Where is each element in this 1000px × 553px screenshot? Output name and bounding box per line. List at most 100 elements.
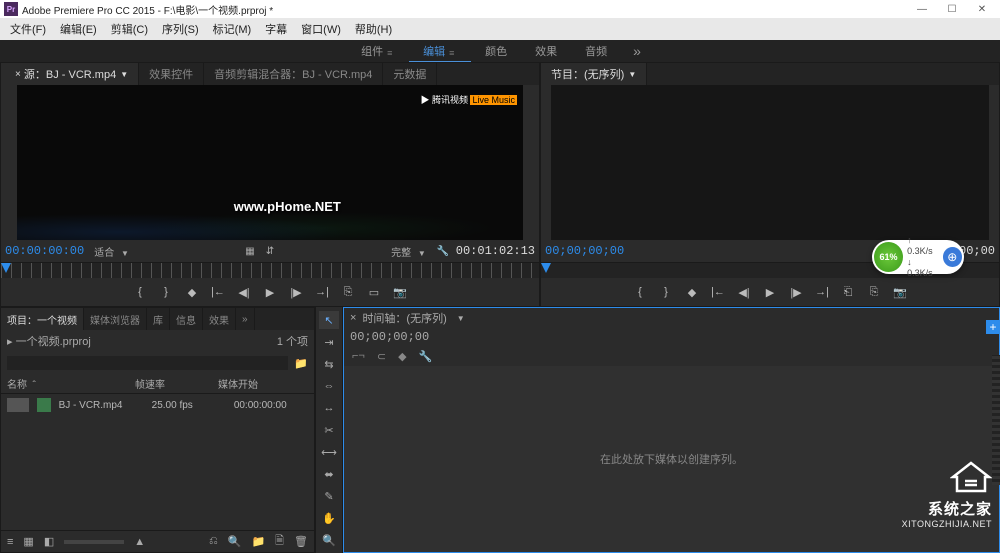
maximize-button[interactable]: ☐ xyxy=(938,1,966,17)
tab-metadata[interactable]: 元数据 xyxy=(383,63,437,85)
freeform-view-button[interactable]: ◧ xyxy=(44,535,54,548)
menu-clip[interactable]: 剪辑(C) xyxy=(105,21,154,37)
razor-tool[interactable]: ✂ xyxy=(319,421,339,439)
play-button[interactable]: ▶ xyxy=(263,286,277,299)
workspace-tab-audio[interactable]: 音频 xyxy=(571,40,621,62)
settings-stepper-icon[interactable]: ⇵ xyxy=(263,246,277,257)
sort-icon[interactable]: ▲ xyxy=(134,536,145,548)
play-button[interactable]: ▶ xyxy=(763,286,777,299)
program-in-timecode[interactable]: 00;00;00;00 xyxy=(545,244,624,258)
col-fps-header[interactable]: 帧速率 xyxy=(135,376,210,391)
tab-project[interactable]: 项目：一个视频 xyxy=(1,308,84,330)
tab-effect-controls[interactable]: 效果控件 xyxy=(139,63,204,85)
tab-media-browser[interactable]: 媒体浏览器 xyxy=(84,308,147,330)
source-out-timecode[interactable]: 00:01:02:13 xyxy=(456,244,535,258)
export-frame-button[interactable]: 📷 xyxy=(393,286,407,299)
delete-button[interactable]: 🗑 xyxy=(294,535,308,548)
workspace-tab-assembly[interactable]: 组件 xyxy=(347,40,409,62)
tab-program[interactable]: 节目：(无序列)▼ xyxy=(541,63,647,85)
export-frame-button[interactable]: 📷 xyxy=(893,286,907,299)
insert-button[interactable]: ⎘ xyxy=(341,286,355,299)
workspace-overflow[interactable]: » xyxy=(621,43,653,59)
folder-icon[interactable]: 📁 xyxy=(294,357,308,370)
new-item-button[interactable]: 🗎 xyxy=(275,532,284,551)
chevron-down-icon[interactable]: ▼ xyxy=(120,70,128,79)
col-name-header[interactable]: 名称 ˆ xyxy=(7,376,127,391)
slide-tool[interactable]: ⬌ xyxy=(319,465,339,483)
find-button[interactable]: 🔍 xyxy=(228,535,242,548)
add-panel-button[interactable]: + xyxy=(986,320,1000,334)
source-in-timecode[interactable]: 00:00:00:00 xyxy=(5,244,84,258)
close-icon[interactable]: × xyxy=(350,312,356,324)
icon-view-button[interactable]: ▦ xyxy=(23,535,33,548)
resolution-icon[interactable]: ▦ xyxy=(243,246,257,257)
menu-sequence[interactable]: 序列(S) xyxy=(156,21,205,37)
source-fit-dropdown[interactable]: 适合 ▼ xyxy=(90,244,133,259)
lift-button[interactable]: ⎗ xyxy=(841,286,855,299)
ripple-edit-tool[interactable]: ⇆ xyxy=(319,355,339,373)
menu-window[interactable]: 窗口(W) xyxy=(295,21,347,37)
mark-out-button[interactable]: } xyxy=(159,286,173,298)
overwrite-button[interactable]: ▭ xyxy=(367,286,381,299)
menu-help[interactable]: 帮助(H) xyxy=(349,21,398,37)
timeline-settings-button[interactable]: 🔧 xyxy=(419,350,433,363)
source-resolution-dropdown[interactable]: 完整 ▼ xyxy=(387,244,430,259)
list-view-button[interactable]: ≡ xyxy=(7,536,13,548)
pen-tool[interactable]: ✎ xyxy=(319,487,339,505)
mark-in-button[interactable]: { xyxy=(633,286,647,298)
selection-tool[interactable]: ↖ xyxy=(319,311,339,329)
wrench-icon[interactable]: 🔧 xyxy=(436,246,450,257)
chevron-down-icon[interactable]: ▼ xyxy=(628,70,636,79)
workspace-tab-effects[interactable]: 效果 xyxy=(521,40,571,62)
new-bin-button[interactable]: 📁 xyxy=(251,535,265,548)
mark-in-button[interactable]: { xyxy=(133,286,147,298)
step-forward-button[interactable]: |▶ xyxy=(289,286,303,299)
automate-button[interactable]: ⎌ xyxy=(209,535,218,548)
workspace-tab-editing[interactable]: 编辑 xyxy=(409,40,471,62)
extract-button[interactable]: ⎘ xyxy=(867,286,881,299)
step-forward-button[interactable]: |▶ xyxy=(789,286,803,299)
close-button[interactable]: ✕ xyxy=(968,1,996,17)
step-back-button[interactable]: ◀| xyxy=(237,286,251,299)
go-to-out-button[interactable]: →| xyxy=(815,286,829,298)
add-marker-button[interactable]: ◆ xyxy=(185,286,199,299)
network-speed-widget[interactable]: 61% ↑ 0.3K/s ↓ 0.3K/s ⊕ xyxy=(872,240,964,274)
go-to-in-button[interactable]: |← xyxy=(711,286,725,298)
program-preview[interactable] xyxy=(551,85,989,240)
menu-title[interactable]: 字幕 xyxy=(259,21,293,37)
zoom-slider[interactable] xyxy=(64,540,124,544)
minimize-button[interactable]: — xyxy=(908,1,936,17)
tab-overflow[interactable]: » xyxy=(236,308,255,330)
source-preview[interactable]: ▶ 腾讯视频 Live Music www.pHome.NET xyxy=(17,85,523,240)
tab-info[interactable]: 信息 xyxy=(170,308,203,330)
mark-out-button[interactable]: } xyxy=(659,286,673,298)
filter-field[interactable] xyxy=(7,356,288,370)
tab-source[interactable]: × 源：BJ - VCR.mp4▼ xyxy=(1,63,139,85)
go-to-out-button[interactable]: →| xyxy=(315,286,329,298)
go-to-in-button[interactable]: |← xyxy=(211,286,225,298)
workspace-tab-color[interactable]: 颜色 xyxy=(471,40,521,62)
source-time-ruler[interactable] xyxy=(1,262,539,278)
rate-stretch-tool[interactable]: ↔ xyxy=(319,399,339,417)
menu-edit[interactable]: 编辑(E) xyxy=(54,21,103,37)
add-marker-button[interactable]: ◆ xyxy=(398,350,406,363)
tab-effects[interactable]: 效果 xyxy=(203,308,236,330)
hand-tool[interactable]: ✋ xyxy=(319,509,339,527)
slip-tool[interactable]: ⟷ xyxy=(319,443,339,461)
table-row[interactable]: BJ - VCR.mp4 25.00 fps 00:00:00:00 xyxy=(1,394,314,416)
step-back-button[interactable]: ◀| xyxy=(737,286,751,299)
menu-file[interactable]: 文件(F) xyxy=(4,21,52,37)
tab-libraries[interactable]: 库 xyxy=(147,308,170,330)
close-icon[interactable]: × xyxy=(15,69,21,80)
linked-selection-button[interactable]: ⊂ xyxy=(377,350,386,363)
add-marker-button[interactable]: ◆ xyxy=(685,286,699,299)
zoom-tool[interactable]: 🔍 xyxy=(319,531,339,549)
widget-expand-icon[interactable]: ⊕ xyxy=(943,247,962,267)
col-start-header[interactable]: 媒体开始 xyxy=(218,376,293,391)
timeline-timecode[interactable]: 00;00;00;00 xyxy=(344,328,999,346)
menu-marker[interactable]: 标记(M) xyxy=(207,21,258,37)
rolling-edit-tool[interactable]: ⇔ xyxy=(319,377,339,395)
chevron-down-icon[interactable]: ▼ xyxy=(457,314,465,323)
tab-audio-clip-mixer[interactable]: 音频剪辑混合器：BJ - VCR.mp4 xyxy=(204,63,383,85)
snap-button[interactable]: ⌐¬ xyxy=(352,350,365,362)
